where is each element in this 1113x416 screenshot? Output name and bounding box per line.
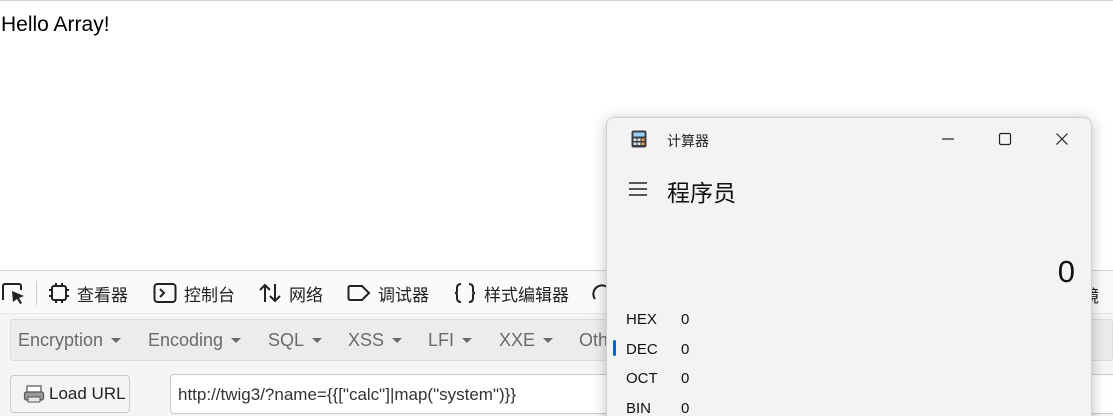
calculator-app-icon — [631, 130, 647, 153]
maximize-icon — [998, 132, 1012, 146]
toolbar-separator — [36, 281, 37, 305]
calculator-window: 计算器 程序员 0 HEX 0 DEC 0 OCT 0 BIN 0 — [606, 117, 1092, 416]
load-url-button[interactable]: Load URL — [10, 375, 130, 413]
base-row-bin[interactable]: BIN 0 — [626, 396, 689, 416]
tab-style-editor[interactable]: 样式编辑器 — [453, 279, 569, 307]
caret-down-icon — [312, 338, 323, 343]
load-url-icon — [23, 385, 45, 403]
menu-sql[interactable]: SQL — [268, 330, 323, 351]
tab-label: 控制台 — [184, 285, 235, 306]
minimize-icon — [942, 138, 954, 140]
top-divider — [0, 0, 1113, 1]
close-icon — [1056, 133, 1068, 145]
caret-down-icon — [392, 338, 403, 343]
menu-encryption[interactable]: Encryption — [18, 330, 122, 351]
menu-label: SQL — [268, 330, 305, 350]
caret-down-icon — [543, 338, 554, 343]
menu-label: XSS — [348, 330, 385, 350]
base-row-oct[interactable]: OCT 0 — [626, 366, 689, 390]
menu-label: Oth — [579, 330, 609, 350]
tab-network[interactable]: 网络 — [258, 279, 323, 307]
base-row-dec[interactable]: DEC 0 — [626, 337, 689, 361]
page-body-text: Hello Array! — [1, 13, 110, 36]
menu-label: Encryption — [18, 330, 104, 350]
calculator-display: 0 — [1057, 254, 1075, 289]
hamburger-menu-icon[interactable] — [627, 180, 649, 198]
inspector-icon — [49, 283, 69, 303]
caret-down-icon — [231, 338, 242, 343]
base-label: DEC — [626, 340, 658, 358]
base-label: HEX — [626, 310, 657, 328]
menu-xxe[interactable]: XXE — [499, 330, 554, 351]
base-value: 0 — [681, 340, 690, 358]
maximize-button[interactable] — [990, 126, 1020, 152]
tab-label: 样式编辑器 — [484, 285, 569, 306]
load-url-label: Load URL — [49, 384, 126, 403]
tab-debugger[interactable]: 调试器 — [347, 279, 429, 307]
menu-label: Encoding — [148, 330, 224, 350]
menu-label: XXE — [499, 330, 536, 350]
base-value: 0 — [681, 310, 690, 328]
base-row-hex[interactable]: HEX 0 — [626, 307, 689, 331]
debugger-icon — [347, 285, 371, 301]
close-button[interactable] — [1047, 126, 1077, 152]
base-label: OCT — [626, 369, 658, 387]
menu-other[interactable]: Oth — [579, 330, 608, 351]
caret-down-icon — [462, 338, 473, 343]
tab-console[interactable]: 控制台 — [153, 279, 235, 307]
caret-down-icon — [111, 338, 122, 343]
console-icon — [153, 283, 177, 303]
base-label: BIN — [626, 399, 652, 416]
base-value: 0 — [681, 399, 690, 416]
calculator-mode-title: 程序员 — [667, 181, 736, 207]
tab-label: 查看器 — [77, 285, 128, 306]
menu-encoding[interactable]: Encoding — [148, 330, 242, 351]
tab-label: 调试器 — [378, 285, 429, 306]
minimize-button[interactable] — [933, 126, 963, 152]
network-icon — [259, 283, 281, 303]
base-value: 0 — [681, 369, 690, 387]
tab-label: 网络 — [289, 285, 323, 306]
menu-lfi[interactable]: LFI — [428, 330, 473, 351]
element-picker-icon[interactable] — [0, 280, 28, 306]
tab-inspector[interactable]: 查看器 — [48, 279, 128, 307]
style-editor-icon — [454, 283, 476, 303]
menu-xss[interactable]: XSS — [348, 330, 403, 351]
menu-label: LFI — [428, 330, 455, 350]
active-base-indicator — [613, 340, 616, 356]
calculator-titlebar[interactable]: 计算器 — [607, 118, 1091, 158]
window-title: 计算器 — [667, 134, 709, 150]
